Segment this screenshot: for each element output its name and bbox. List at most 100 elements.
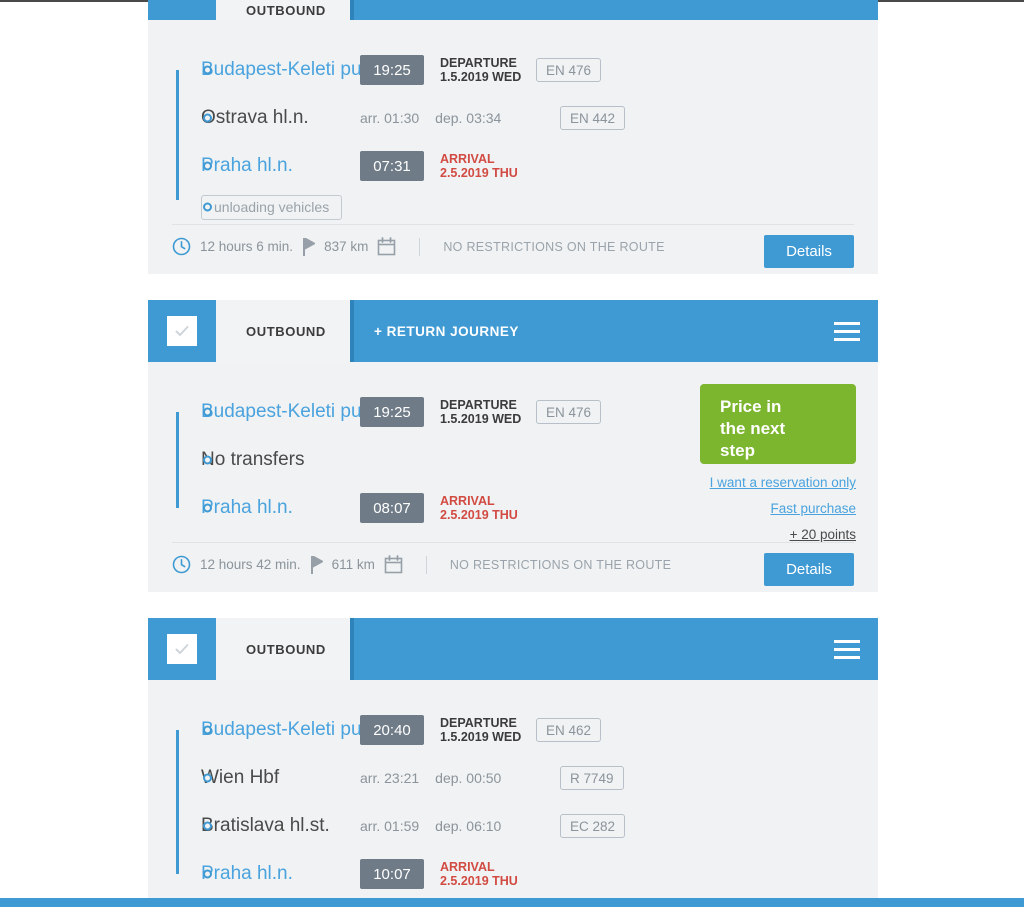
details-button[interactable]: Details xyxy=(764,235,854,268)
journey-card: OUTBOUND Budapest-Keleti pu 19:25 DEPARTURE… xyxy=(148,0,878,274)
route-restrictions: NO RESTRICTIONS ON THE ROUTE xyxy=(443,239,665,254)
leg-stop-dot xyxy=(203,725,212,735)
journey-leg-row: Bratislava hl.st. arr. 01:59 dep. 06:10 EC … xyxy=(176,802,682,850)
calendar-icon[interactable] xyxy=(384,555,403,574)
departure-time: dep. 06:10 xyxy=(435,818,502,834)
select-journey-checkbox[interactable] xyxy=(148,0,216,20)
journey-legs: Budapest-Keleti pu 20:40 DEPARTURE 1.5.2019… xyxy=(148,696,682,898)
leg-direction-block: DEPARTURE 1.5.2019 WED xyxy=(440,56,528,84)
leg-stop-dot xyxy=(203,202,212,212)
leg-stop-dot xyxy=(203,455,212,465)
price-line-2: the next xyxy=(720,419,786,438)
arrival-time: arr. 23:21 xyxy=(360,770,420,786)
clock-icon xyxy=(172,237,191,256)
menu-bar xyxy=(834,337,860,341)
return-journey-button[interactable]: + RETURN JOURNEY xyxy=(374,324,519,339)
train-badge-slot: EN 476 xyxy=(528,400,624,424)
leg-dot-column xyxy=(201,94,221,142)
calendar-icon[interactable] xyxy=(377,237,396,256)
journey-leg-row: No transfers xyxy=(176,436,682,484)
journey-duration: 12 hours 6 min. xyxy=(200,239,294,254)
fast-purchase-link[interactable]: Fast purchase xyxy=(682,501,856,516)
journey-card: OUTBOUND Budapest-Keleti pu 20:40 DEPARTURE… xyxy=(148,618,878,902)
select-journey-checkbox[interactable] xyxy=(148,300,216,362)
checkbox-box[interactable] xyxy=(167,634,197,664)
leg-direction-block: ARRIVAL 2.5.2019 THU xyxy=(440,860,528,888)
train-number-badge[interactable]: EN 462 xyxy=(536,718,602,742)
direction-label: ARRIVAL xyxy=(440,152,495,166)
journey-card-header: OUTBOUND xyxy=(148,0,878,20)
price-line-3: step xyxy=(720,441,755,460)
page-bottom-bar xyxy=(0,898,1024,907)
journey-price-rail: Price in the next step I want a reservation… xyxy=(682,378,878,542)
train-number-badge[interactable]: EC 282 xyxy=(560,814,626,838)
direction-date: 2.5.2019 THU xyxy=(440,508,518,522)
train-number-badge[interactable]: EN 476 xyxy=(536,400,602,424)
hamburger-menu-icon[interactable] xyxy=(834,639,860,659)
hamburger-menu-icon[interactable] xyxy=(834,321,860,341)
header-blue-bar: + RETURN JOURNEY xyxy=(350,300,878,362)
leg-dot-column xyxy=(201,142,221,190)
details-button[interactable]: Details xyxy=(764,553,854,586)
leg-dot-column xyxy=(201,754,221,802)
train-badge-slot: EN 442 xyxy=(552,106,648,130)
journey-leg-row: Praha hl.n. 07:31 ARRIVAL 2.5.2019 THU xyxy=(176,142,682,190)
menu-bar xyxy=(834,655,860,659)
menu-bar xyxy=(834,639,860,643)
journey-card-header: OUTBOUND xyxy=(148,618,878,680)
train-number-badge[interactable]: EN 442 xyxy=(560,106,626,130)
clock-icon xyxy=(172,555,191,574)
checkbox-box[interactable] xyxy=(167,316,197,346)
search-results-page: OUTBOUND Budapest-Keleti pu 19:25 DEPARTURE… xyxy=(0,0,1024,907)
leg-mid-times: arr. 01:59 dep. 06:10 xyxy=(360,818,552,834)
train-badge-slot: EN 476 xyxy=(528,58,624,82)
price-box[interactable]: Price in the next step xyxy=(700,384,856,464)
journey-price-rail-empty xyxy=(682,696,878,898)
train-badge-slot: EN 462 xyxy=(528,718,624,742)
leg-dot-column xyxy=(201,706,221,754)
journey-card-footer: 12 hours 6 min. 837 km NO RESTRICTIONS ON … xyxy=(172,224,854,274)
journey-legs: Budapest-Keleti pu 19:25 DEPARTURE 1.5.2019… xyxy=(148,378,682,542)
leg-stop-dot xyxy=(203,407,212,417)
menu-bar xyxy=(834,321,860,325)
menu-bar xyxy=(834,647,860,651)
direction-date: 1.5.2019 WED xyxy=(440,412,522,426)
direction-date: 1.5.2019 WED xyxy=(440,70,522,84)
journey-leg-row: Budapest-Keleti pu 19:25 DEPARTURE 1.5.2019… xyxy=(176,46,682,94)
leg-stop-dot xyxy=(203,773,212,783)
journey-card-footer: 12 hours 42 min. 611 km NO RESTRICTIONS ON… xyxy=(172,542,854,592)
journey-distance: 611 km xyxy=(331,557,375,572)
leg-stop-dot xyxy=(203,113,212,123)
leg-time-badge: 10:07 xyxy=(360,859,424,889)
train-badge-slot: R 7749 xyxy=(552,766,648,790)
leg-time-badge: 20:40 xyxy=(360,715,424,745)
points-link[interactable]: + 20 points xyxy=(682,527,856,542)
journey-duration: 12 hours 42 min. xyxy=(200,557,301,572)
checkmark-icon xyxy=(173,322,191,340)
departure-time: dep. 00:50 xyxy=(435,770,502,786)
leg-stop-dot xyxy=(203,869,212,879)
direction-label: ARRIVAL xyxy=(440,860,495,874)
leg-direction-block: ARRIVAL 2.5.2019 THU xyxy=(440,152,528,180)
leg-time-badge: 07:31 xyxy=(360,151,424,181)
header-blue-bar xyxy=(350,0,878,20)
direction-date: 2.5.2019 THU xyxy=(440,166,518,180)
distance-flag-icon xyxy=(310,554,323,574)
leg-dot-column xyxy=(201,484,221,532)
select-journey-checkbox[interactable] xyxy=(148,618,216,680)
price-line-1: Price in xyxy=(720,397,782,416)
train-number-badge[interactable]: EN 476 xyxy=(536,58,602,82)
leg-time-badge: 19:25 xyxy=(360,55,424,85)
leg-time-badge: 19:25 xyxy=(360,397,424,427)
reservation-only-link[interactable]: I want a reservation only xyxy=(682,475,856,490)
leg-direction-block: DEPARTURE 1.5.2019 WED xyxy=(440,716,528,744)
leg-direction-block: ARRIVAL 2.5.2019 THU xyxy=(440,494,528,522)
menu-bar xyxy=(834,329,860,333)
leg-stop-dot xyxy=(203,161,212,171)
leg-dot-column xyxy=(201,46,221,94)
journey-results-list: OUTBOUND Budapest-Keleti pu 19:25 DEPARTURE… xyxy=(148,0,878,907)
journey-card-body: Budapest-Keleti pu 20:40 DEPARTURE 1.5.2019… xyxy=(148,680,878,898)
journey-leg-row: Praha hl.n. 10:07 ARRIVAL 2.5.2019 THU xyxy=(176,850,682,898)
leg-dot-column xyxy=(201,190,221,224)
train-number-badge[interactable]: R 7749 xyxy=(560,766,624,790)
